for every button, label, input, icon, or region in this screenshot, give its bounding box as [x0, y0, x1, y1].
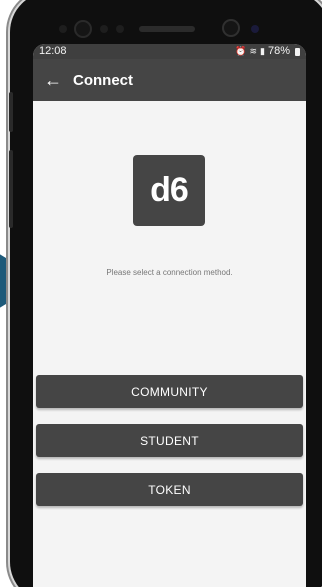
led-sensor — [116, 25, 124, 33]
student-button[interactable]: STUDENT — [36, 424, 303, 457]
connection-prompt: Please select a connection method. — [106, 268, 233, 277]
status-icons: ⏰ ≋ ▮ 78% — [235, 44, 300, 59]
community-button-label: COMMUNITY — [131, 384, 208, 399]
signal-icon: ▮ — [260, 46, 265, 56]
status-bar: 12:08 ⏰ ≋ ▮ 78% — [33, 44, 306, 59]
iris-camera — [251, 25, 259, 33]
volume-key — [9, 92, 13, 132]
status-time: 12:08 — [39, 45, 67, 57]
alarm-icon: ⏰ — [235, 46, 247, 56]
arrow-left-icon: ← — [44, 69, 62, 90]
earpiece-speaker — [139, 26, 195, 32]
iris-sensor — [74, 20, 92, 38]
d6-logo: d6 — [133, 155, 205, 226]
student-button-label: STUDENT — [140, 433, 199, 448]
proximity-sensor — [59, 25, 67, 33]
wifi-icon: ≋ — [249, 46, 258, 56]
community-button[interactable]: COMMUNITY — [36, 375, 303, 408]
battery-icon — [295, 47, 300, 56]
token-button-label: TOKEN — [148, 482, 191, 497]
light-sensor — [100, 25, 108, 33]
battery-percent: 78% — [267, 45, 290, 57]
screenshot-stage: 12:08 ⏰ ≋ ▮ 78% ← Connect d6 Please sele… — [0, 0, 322, 587]
main-content: d6 Please select a connection method. CO… — [33, 101, 306, 587]
page-title: Connect — [73, 71, 133, 89]
phone-screen: 12:08 ⏰ ≋ ▮ 78% ← Connect d6 Please sele… — [33, 44, 306, 587]
bixby-key — [9, 150, 13, 228]
front-camera — [222, 19, 240, 37]
back-button[interactable]: ← — [33, 59, 73, 101]
logo-text: d6 — [150, 171, 189, 209]
token-button[interactable]: TOKEN — [36, 473, 303, 506]
app-bar: ← Connect — [33, 59, 306, 101]
